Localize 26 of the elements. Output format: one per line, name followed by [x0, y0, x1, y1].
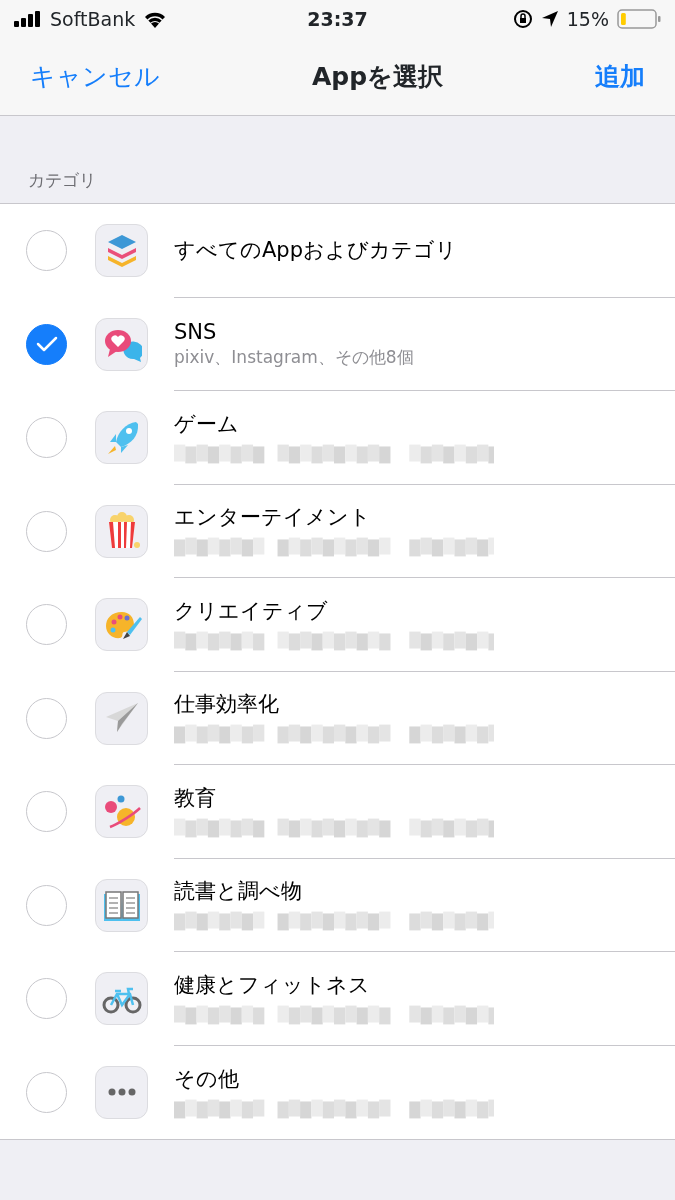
category-title: 健康とフィットネス [174, 971, 371, 999]
rotation-lock-icon [512, 9, 533, 29]
screen-title: Appを選択 [311, 60, 444, 93]
carrier-name: SoftBank [50, 6, 136, 32]
category-title: 仕事効率化 [174, 691, 280, 719]
more-dots-icon [107, 1088, 136, 1097]
category-title: クリエイティブ [174, 597, 329, 625]
section-header: カテゴリ [28, 168, 96, 192]
signal-icon [14, 11, 42, 27]
checkmark-icon [35, 335, 58, 354]
cancel-button[interactable]: キャンセル [30, 57, 160, 96]
battery-percent: 15% [566, 6, 609, 32]
category-title: 読書と調べ物 [174, 878, 303, 906]
category-apps: pixiv、Instagram、その他8個 [174, 346, 415, 369]
category-title: その他 [174, 1065, 240, 1093]
battery-icon [617, 9, 661, 29]
category-title: ゲーム [174, 410, 240, 438]
category-title: エンターテイメント [174, 504, 372, 532]
wifi-icon [143, 10, 168, 28]
radio-button[interactable] [26, 323, 67, 365]
category-title: SNS [174, 319, 218, 347]
clock: 23:37 [307, 6, 368, 32]
category-title: 教育 [174, 784, 217, 812]
category-title: すべてのAppおよびカテゴリ [174, 236, 459, 264]
add-button[interactable]: 追加 [595, 57, 645, 96]
location-arrow-icon [540, 10, 559, 28]
